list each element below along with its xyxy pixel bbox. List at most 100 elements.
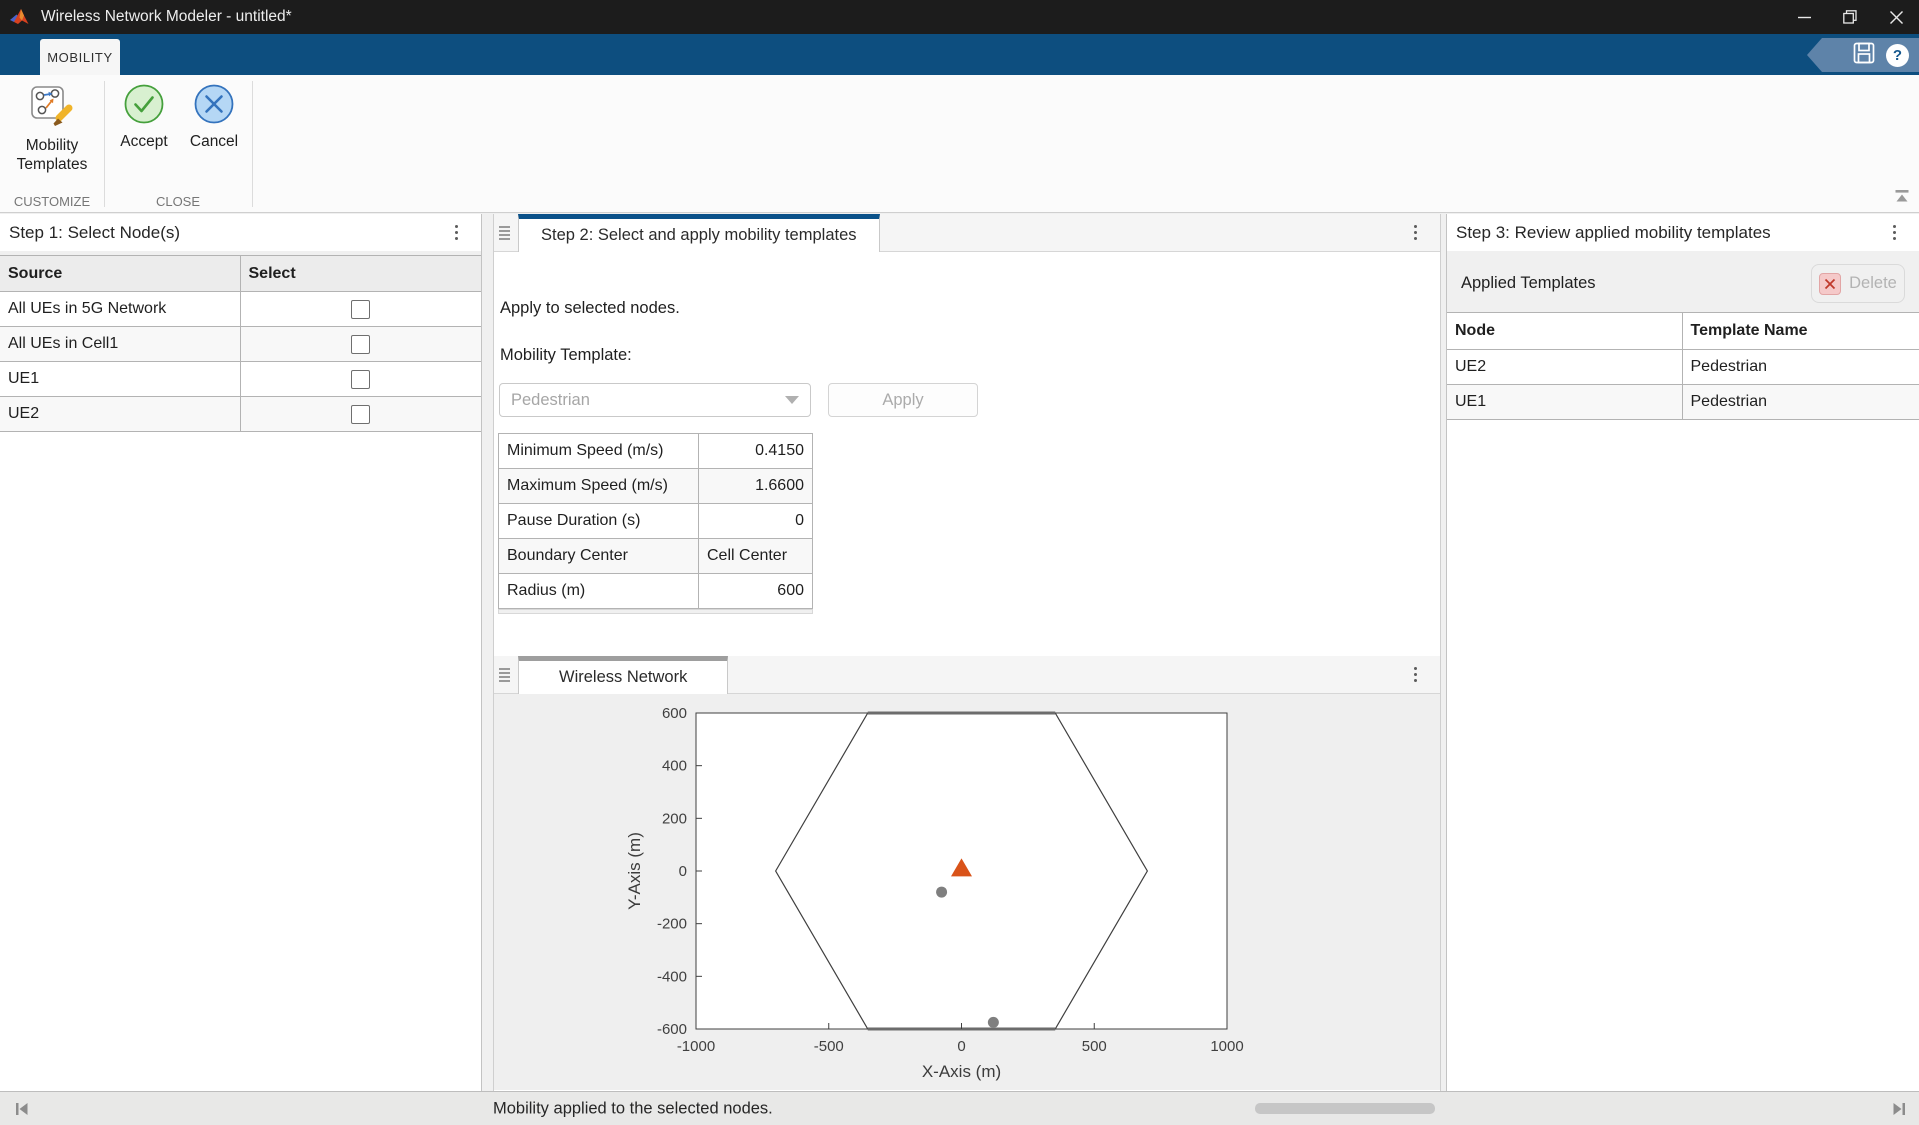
wireless-network-panel: Wireless Network -1000-50005001000-600-4… xyxy=(493,656,1441,1091)
mobility-templates-icon xyxy=(3,83,101,129)
applied-templates-table-body: UE2PedestrianUE1Pedestrian xyxy=(1447,350,1919,420)
parameter-value-cell[interactable]: 1.6600 xyxy=(699,469,813,504)
y-axis-label: Y-Axis (m) xyxy=(625,832,644,910)
parameter-row: Boundary CenterCell Center xyxy=(499,539,813,574)
parameter-label-cell: Radius (m) xyxy=(499,574,699,609)
applied-templates-table: Node Template Name UE2PedestrianUE1Pedes… xyxy=(1447,312,1919,420)
window-title: Wireless Network Modeler - untitled* xyxy=(41,8,292,26)
select-checkbox[interactable] xyxy=(351,405,370,424)
svg-text:600: 600 xyxy=(662,705,687,722)
svg-text:-600: -600 xyxy=(657,1021,687,1038)
node-select-table-body: All UEs in 5G NetworkAll UEs in Cell1UE1… xyxy=(0,292,481,432)
step3-panel: Step 3: Review applied mobility template… xyxy=(1446,214,1919,1091)
drag-handle-icon[interactable] xyxy=(499,223,513,243)
parameter-value-cell[interactable]: 0 xyxy=(699,504,813,539)
matlab-logo-icon xyxy=(9,7,31,27)
column-header-template-name: Template Name xyxy=(1682,313,1919,350)
select-checkbox[interactable] xyxy=(351,300,370,319)
accept-label: Accept xyxy=(120,133,167,150)
applied-template-row[interactable]: UE1Pedestrian xyxy=(1447,385,1919,420)
parameter-table-scrollbar[interactable] xyxy=(498,609,813,614)
app-content: Step 1: Select Node(s) Source Select All… xyxy=(0,214,1919,1091)
tab-wireless-network[interactable]: Wireless Network xyxy=(518,656,728,694)
restore-button[interactable] xyxy=(1827,0,1873,34)
svg-text:1000: 1000 xyxy=(1210,1038,1243,1055)
drag-handle-icon[interactable] xyxy=(499,665,513,685)
svg-text:-1000: -1000 xyxy=(677,1038,715,1055)
node-cell: UE2 xyxy=(1447,350,1682,385)
tab-step2[interactable]: Step 2: Select and apply mobility templa… xyxy=(518,214,880,252)
select-checkbox[interactable] xyxy=(351,335,370,354)
parameter-label-cell: Minimum Speed (m/s) xyxy=(499,434,699,469)
svg-text:-200: -200 xyxy=(657,916,687,933)
svg-text:0: 0 xyxy=(679,863,687,880)
section-label-close: CLOSE xyxy=(104,194,252,209)
template-name-cell: Pedestrian xyxy=(1682,385,1919,420)
node-cell: UE1 xyxy=(1447,385,1682,420)
mobility-template-label: Mobility Template: xyxy=(500,346,632,365)
delete-label: Delete xyxy=(1849,274,1897,293)
apply-button[interactable]: Apply xyxy=(828,383,978,417)
select-checkbox[interactable] xyxy=(351,370,370,389)
node-row[interactable]: All UEs in Cell1 xyxy=(0,327,481,362)
apply-note: Apply to selected nodes. xyxy=(500,299,680,318)
step3-header: Step 3: Review applied mobility template… xyxy=(1447,214,1919,251)
node-row[interactable]: UE1 xyxy=(0,362,481,397)
parameter-value-cell[interactable]: 600 xyxy=(699,574,813,609)
node-source-cell: All UEs in 5G Network xyxy=(0,292,240,327)
status-bar: Mobility applied to the selected nodes. xyxy=(0,1091,1919,1125)
mobility-template-dropdown[interactable]: Pedestrian xyxy=(499,383,811,417)
network-plot-area: -1000-50005001000-600-400-2000200400600X… xyxy=(494,694,1440,1090)
parameter-value-cell[interactable]: Cell Center xyxy=(699,539,813,574)
applied-templates-bar: Applied Templates Delete xyxy=(1447,255,1919,312)
save-button[interactable] xyxy=(1852,41,1876,70)
accept-button[interactable]: Accept xyxy=(113,83,175,151)
step1-header: Step 1: Select Node(s) xyxy=(0,214,481,251)
step3-menu-button[interactable] xyxy=(1885,223,1903,243)
wireless-network-modeler-window: Wireless Network Modeler - untitled* MOB… xyxy=(0,0,1919,1125)
step2-menu-button[interactable] xyxy=(1406,223,1424,243)
step2-panel: Step 2: Select and apply mobility templa… xyxy=(493,214,1441,656)
parameter-label-cell: Maximum Speed (m/s) xyxy=(499,469,699,504)
step2-tabstrip: Step 2: Select and apply mobility templa… xyxy=(494,214,1440,252)
column-header-select: Select xyxy=(240,256,481,292)
skip-to-end-icon[interactable] xyxy=(1890,1100,1908,1123)
parameter-label-cell: Pause Duration (s) xyxy=(499,504,699,539)
node-row[interactable]: All UEs in 5G Network xyxy=(0,292,481,327)
step1-menu-button[interactable] xyxy=(447,223,465,243)
delete-button[interactable]: Delete xyxy=(1811,264,1905,303)
mobility-toolstrip: Mobility Templates Accept Cancel xyxy=(0,75,1919,213)
status-scrollbar-thumb[interactable] xyxy=(1255,1103,1435,1114)
tab-mobility[interactable]: MOBILITY xyxy=(40,39,120,75)
column-header-source: Source xyxy=(0,256,240,292)
cancel-button[interactable]: Cancel xyxy=(183,83,245,151)
mobility-templates-button[interactable]: Mobility Templates xyxy=(3,83,101,174)
svg-text:400: 400 xyxy=(662,758,687,775)
skip-to-start-icon[interactable] xyxy=(13,1100,31,1123)
node-select-cell xyxy=(240,397,481,432)
ue-marker xyxy=(988,1017,999,1028)
node-source-cell: UE2 xyxy=(0,397,240,432)
applied-template-row[interactable]: UE2Pedestrian xyxy=(1447,350,1919,385)
step3-title: Step 3: Review applied mobility template… xyxy=(1456,223,1771,243)
close-button[interactable] xyxy=(1873,0,1919,34)
cancel-label: Cancel xyxy=(190,133,238,150)
minimize-button[interactable] xyxy=(1781,0,1827,34)
network-plot[interactable]: -1000-50005001000-600-400-2000200400600X… xyxy=(494,694,1440,1090)
help-button[interactable]: ? xyxy=(1886,44,1909,67)
node-row[interactable]: UE2 xyxy=(0,397,481,432)
template-parameter-table-body: Minimum Speed (m/s)0.4150Maximum Speed (… xyxy=(499,434,813,609)
network-menu-button[interactable] xyxy=(1406,665,1424,685)
svg-text:500: 500 xyxy=(1082,1038,1107,1055)
accept-check-icon xyxy=(113,83,175,125)
toolbar-divider xyxy=(252,81,253,207)
parameter-row: Maximum Speed (m/s)1.6600 xyxy=(499,469,813,504)
parameter-row: Radius (m)600 xyxy=(499,574,813,609)
node-source-cell: All UEs in Cell1 xyxy=(0,327,240,362)
step1-title: Step 1: Select Node(s) xyxy=(9,223,180,243)
template-name-cell: Pedestrian xyxy=(1682,350,1919,385)
parameter-value-cell[interactable]: 0.4150 xyxy=(699,434,813,469)
collapse-toolstrip-icon[interactable] xyxy=(1892,189,1912,209)
parameter-row: Pause Duration (s)0 xyxy=(499,504,813,539)
node-select-cell xyxy=(240,327,481,362)
